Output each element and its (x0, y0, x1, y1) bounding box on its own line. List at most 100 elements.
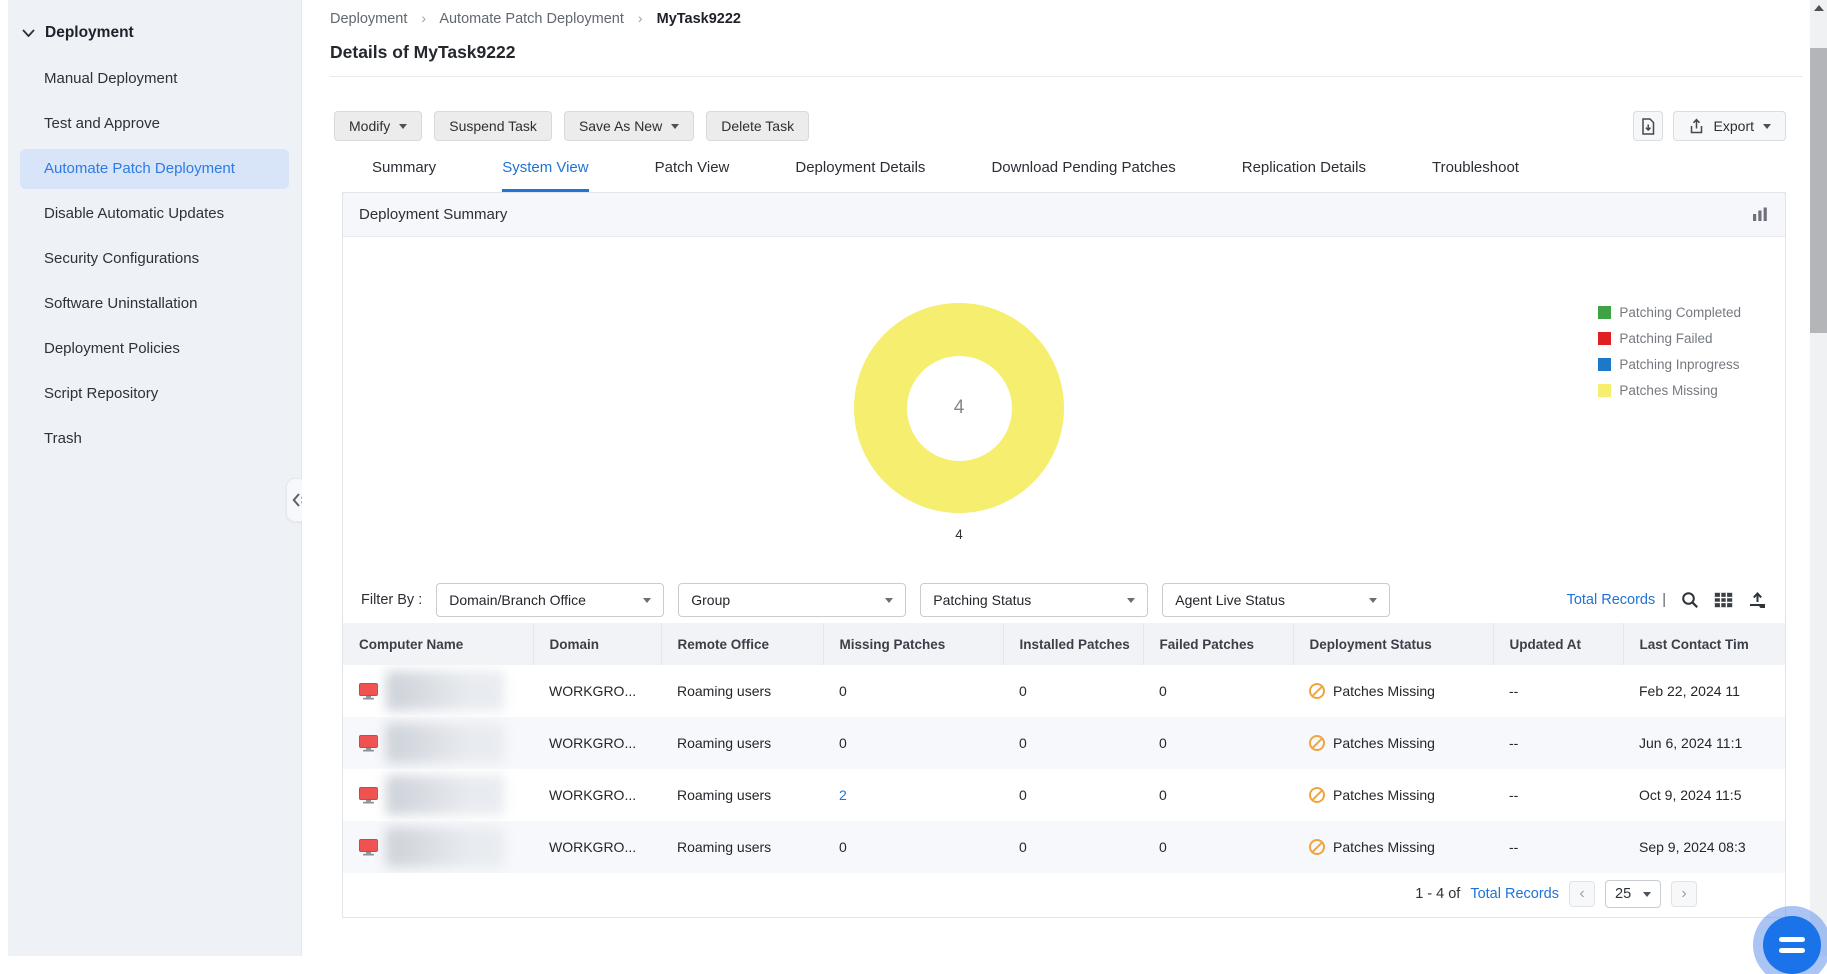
donut-chart[interactable]: 4 (854, 303, 1064, 513)
tab-bar: Summary System View Patch View Deployment D… (372, 159, 1827, 192)
document-download-icon (1640, 118, 1656, 135)
chevron-right-icon: › (1681, 885, 1686, 903)
column-header-failed-patches[interactable]: Failed Patches (1143, 623, 1293, 665)
column-header-domain[interactable]: Domain (533, 623, 661, 665)
grid-view-button[interactable] (1714, 592, 1733, 608)
caret-down-icon (1127, 598, 1135, 603)
column-header-missing-patches[interactable]: Missing Patches (823, 623, 1003, 665)
column-header-updated-at[interactable]: Updated At (1493, 623, 1623, 665)
patches-missing-icon (1309, 787, 1325, 803)
chat-fab[interactable] (1763, 916, 1821, 974)
deployment-summary-title: Deployment Summary (359, 206, 507, 223)
document-download-button[interactable] (1633, 111, 1663, 141)
cell-last-contact-time: Feb 22, 2024 11 (1623, 665, 1785, 717)
tab-summary[interactable]: Summary (372, 159, 436, 192)
sidebar-item-manual-deployment[interactable]: Manual Deployment (20, 59, 289, 99)
legend-swatch-patches-missing (1598, 384, 1611, 397)
cell-missing-patches: 2 (823, 769, 1003, 821)
column-header-installed-patches[interactable]: Installed Patches (1003, 623, 1143, 665)
filter-select-value: Patching Status (933, 592, 1031, 608)
sidebar-item-test-and-approve[interactable]: Test and Approve (20, 104, 289, 144)
scroll-up-button[interactable] (1810, 0, 1827, 16)
grid-view-icon (1714, 592, 1733, 608)
sidebar-item-automate-patch-deployment[interactable]: Automate Patch Deployment (20, 149, 289, 189)
search-button[interactable] (1681, 591, 1699, 609)
column-header-remote-office[interactable]: Remote Office (661, 623, 823, 665)
bar-chart-icon[interactable] (1752, 207, 1769, 222)
tab-patch-view[interactable]: Patch View (655, 159, 730, 192)
filter-select-agent-live-status[interactable]: Agent Live Status (1162, 583, 1390, 617)
cell-computer-name (343, 769, 533, 821)
title-divider (330, 76, 1803, 77)
page-title: Details of MyTask9222 (330, 42, 1827, 63)
export-button-label: Export (1714, 118, 1754, 134)
delete-task-label: Delete Task (721, 118, 794, 134)
legend-item-patches-missing[interactable]: Patches Missing (1598, 383, 1741, 398)
cell-computer-name (343, 665, 533, 717)
sidebar-item-software-uninstallation[interactable]: Software Uninstallation (20, 284, 289, 324)
column-header-last-contact-tim[interactable]: Last Contact Tim (1623, 623, 1785, 665)
pagination-total-records-link[interactable]: Total Records (1470, 886, 1559, 902)
cell-failed-patches: 0 (1143, 717, 1293, 769)
patches-missing-icon (1309, 735, 1325, 751)
cell-deployment-status: Patches Missing (1293, 665, 1493, 717)
export-button[interactable]: Export (1673, 111, 1786, 141)
tab-deployment-details[interactable]: Deployment Details (795, 159, 925, 192)
legend-item-patching-failed[interactable]: Patching Failed (1598, 331, 1741, 346)
records-toolbar: Total Records | (1567, 591, 1767, 609)
tab-system-view[interactable]: System View (502, 159, 588, 192)
modify-button[interactable]: Modify (334, 111, 422, 141)
next-page-button[interactable]: › (1671, 881, 1697, 907)
tab-replication-details[interactable]: Replication Details (1242, 159, 1366, 192)
prev-page-button[interactable]: ‹ (1569, 881, 1595, 907)
missing-patches-link[interactable]: 2 (839, 787, 847, 803)
cell-remote-office: Roaming users (661, 665, 823, 717)
computer-name-redacted (386, 671, 504, 711)
save-view-button[interactable] (1748, 592, 1767, 609)
systems-table: Computer NameDomainRemote OfficeMissing … (343, 623, 1785, 873)
cell-computer-name (343, 821, 533, 873)
cell-domain: WORKGRO... (533, 769, 661, 821)
main-content: Deployment › Automate Patch Deployment ›… (302, 0, 1827, 956)
sidebar-item-script-repository[interactable]: Script Repository (20, 374, 289, 414)
save-as-new-button[interactable]: Save As New (564, 111, 694, 141)
sidebar-item-disable-automatic-updates[interactable]: Disable Automatic Updates (20, 194, 289, 234)
sidebar-item-deployment-policies[interactable]: Deployment Policies (20, 329, 289, 369)
save-as-new-label: Save As New (579, 118, 662, 134)
column-header-computer-name[interactable]: Computer Name (343, 623, 533, 665)
column-header-deployment-status[interactable]: Deployment Status (1293, 623, 1493, 665)
breadcrumb-automate-patch-deployment[interactable]: Automate Patch Deployment (439, 11, 624, 27)
filter-select-domain-branch-office[interactable]: Domain/Branch Office (436, 583, 664, 617)
system-view-panel: Deployment Summary 4 4 Patching Complete… (342, 192, 1786, 918)
save-view-icon (1748, 592, 1767, 609)
scrollbar-thumb[interactable] (1810, 48, 1827, 333)
filter-bar: Filter By : Domain/Branch OfficeGroupPat… (343, 577, 1785, 623)
breadcrumb-separator-icon: › (421, 10, 426, 26)
sidebar-item-trash[interactable]: Trash (20, 419, 289, 459)
chat-menu-icon (1779, 948, 1805, 953)
legend-item-patching-inprogress[interactable]: Patching Inprogress (1598, 357, 1741, 372)
cell-installed-patches: 0 (1003, 665, 1143, 717)
breadcrumb-deployment[interactable]: Deployment (330, 11, 407, 27)
caret-down-icon (643, 598, 651, 603)
delete-task-button[interactable]: Delete Task (706, 111, 809, 141)
chevron-left-icon: ‹ (1579, 885, 1584, 903)
cell-remote-office: Roaming users (661, 717, 823, 769)
page-size-select[interactable]: 25 (1605, 880, 1661, 908)
search-icon (1681, 591, 1699, 609)
sidebar-section-deployment[interactable]: Deployment (8, 0, 301, 54)
tab-download-pending-patches[interactable]: Download Pending Patches (991, 159, 1175, 192)
legend-item-patching-completed[interactable]: Patching Completed (1598, 305, 1741, 320)
computer-icon (359, 683, 378, 700)
export-icon (1688, 118, 1705, 135)
tab-troubleshoot[interactable]: Troubleshoot (1432, 159, 1519, 192)
legend-swatch-patching-completed (1598, 306, 1611, 319)
deployment-summary-chart: 4 4 Patching CompletedPatching FailedPat… (343, 237, 1785, 577)
table-row: WORKGRO...Roaming users000Patches Missin… (343, 821, 1785, 873)
total-records-link[interactable]: Total Records (1567, 592, 1656, 608)
sidebar-item-security-configurations[interactable]: Security Configurations (20, 239, 289, 279)
filter-select-patching-status[interactable]: Patching Status (920, 583, 1148, 617)
filter-select-group[interactable]: Group (678, 583, 906, 617)
suspend-task-button[interactable]: Suspend Task (434, 111, 552, 141)
toolbar-right-group: Export (1633, 111, 1786, 141)
